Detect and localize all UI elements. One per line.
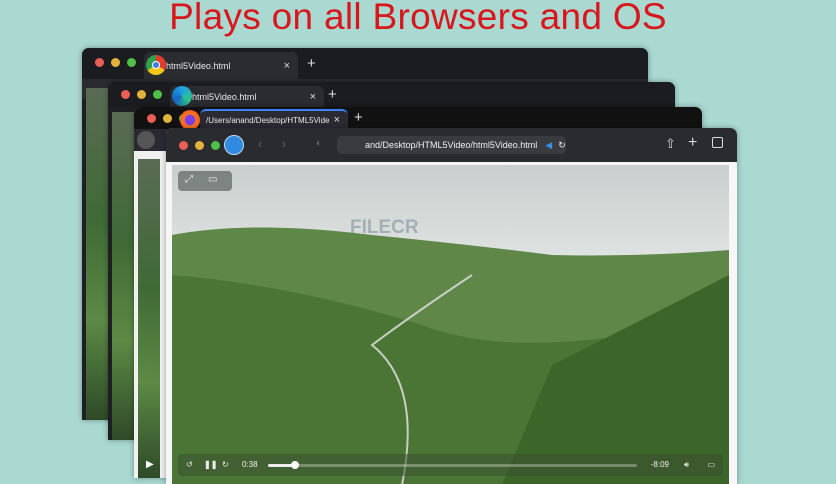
minimize-icon[interactable] xyxy=(195,141,204,150)
edge-icon xyxy=(172,86,192,106)
maximize-icon[interactable] xyxy=(153,90,162,99)
skip-back-icon[interactable]: ↺ xyxy=(186,460,193,469)
firefox-icon xyxy=(180,110,200,130)
play-icon[interactable]: ▶ xyxy=(146,459,154,470)
video-player[interactable]: FILECR ⤢ ▭ ↺ ❚❚ ↻ 0:38 -8:09 🔊︎ ▭ xyxy=(172,165,729,484)
video-toolbar: ⤢ ▭ xyxy=(178,171,232,191)
watermark: FILECR xyxy=(350,217,419,238)
url-text: and/Desktop/HTML5Video/html5Video.html xyxy=(365,140,538,150)
volume-icon[interactable]: 🔊︎ xyxy=(684,460,689,470)
tab-title: /Users/anand/Desktop/HTML5Vide xyxy=(206,115,330,125)
tab-html5video[interactable]: html5Video.html × xyxy=(170,86,324,107)
privacy-shield-icon[interactable]: ◐ xyxy=(316,138,322,149)
maximize-icon[interactable] xyxy=(211,141,220,150)
minimize-icon[interactable] xyxy=(163,114,172,123)
new-tab-button[interactable]: + xyxy=(328,86,337,103)
new-tab-button[interactable]: + xyxy=(354,109,363,126)
safari-icon xyxy=(224,135,244,155)
close-window-icon[interactable] xyxy=(95,58,104,67)
progress-thumb[interactable] xyxy=(290,461,299,469)
fullscreen-icon[interactable]: ⤢ xyxy=(185,174,193,185)
remaining-time: -8:09 xyxy=(650,460,669,469)
tab-html5video[interactable]: html5Video.html × xyxy=(144,52,298,79)
pause-icon[interactable]: ❚❚ xyxy=(204,460,217,469)
video-preview xyxy=(138,159,160,478)
close-window-icon[interactable] xyxy=(147,114,156,123)
video-controls: ↺ ❚❚ ↻ 0:38 -8:09 🔊︎ ▭ xyxy=(178,454,723,476)
close-window-icon[interactable] xyxy=(179,141,188,150)
skip-forward-icon[interactable]: ↻ xyxy=(222,460,229,469)
airplay-icon[interactable]: ▭ xyxy=(707,460,715,469)
progress-slider[interactable] xyxy=(268,461,637,469)
tab-overview-icon[interactable] xyxy=(712,137,723,148)
picture-in-picture-icon[interactable]: ▭ xyxy=(208,174,217,185)
close-tab-icon[interactable]: × xyxy=(310,91,316,103)
elapsed-time: 0:38 xyxy=(242,460,258,469)
address-bar[interactable]: and/Desktop/HTML5Video/html5Video.html ◀ ↻ xyxy=(337,136,566,154)
maximize-icon[interactable] xyxy=(127,58,136,67)
minimize-icon[interactable] xyxy=(111,58,120,67)
tab-path[interactable]: /Users/anand/Desktop/HTML5Vide × xyxy=(180,109,348,130)
share-icon[interactable]: ⇧ xyxy=(665,136,676,152)
audio-icon[interactable]: ◀ xyxy=(545,140,552,150)
back-button[interactable] xyxy=(137,131,155,149)
reload-icon[interactable]: ↻ xyxy=(558,140,566,150)
tab-title: html5Video.html xyxy=(166,60,231,71)
video-preview xyxy=(112,112,134,440)
tab-title: html5Video.html xyxy=(192,91,257,102)
close-tab-icon[interactable]: × xyxy=(334,114,340,126)
back-icon[interactable]: ‹ xyxy=(258,137,262,151)
close-window-icon[interactable] xyxy=(121,90,130,99)
video-preview xyxy=(86,88,108,420)
minimize-icon[interactable] xyxy=(137,90,146,99)
safari-window: ‹ › ◐ and/Desktop/HTML5Video/html5Video.… xyxy=(166,128,737,484)
new-tab-icon[interactable]: + xyxy=(688,134,697,152)
forward-icon[interactable]: › xyxy=(282,137,286,151)
landscape xyxy=(172,227,729,484)
new-tab-button[interactable]: + xyxy=(307,55,316,72)
close-tab-icon[interactable]: × xyxy=(284,60,290,72)
headline: Plays on all Browsers and OS xyxy=(169,0,667,37)
